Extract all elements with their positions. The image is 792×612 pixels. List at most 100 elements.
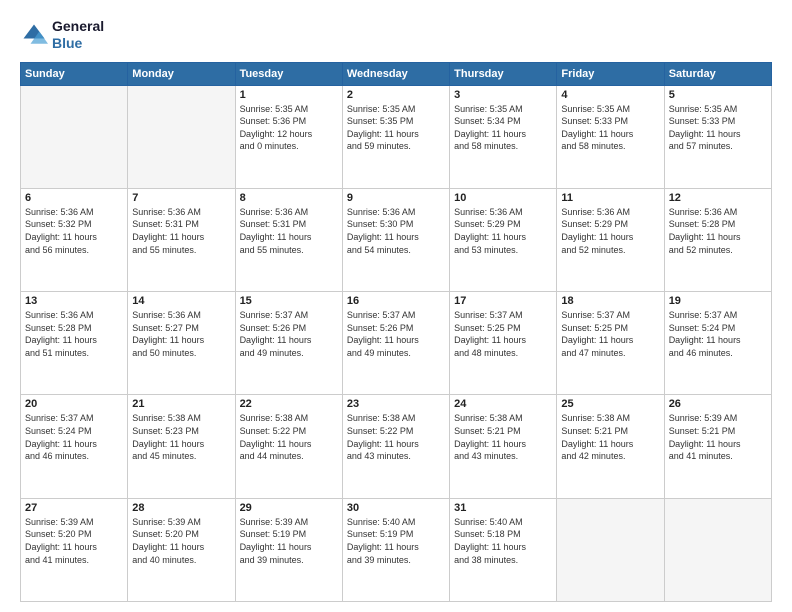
cell-info: Sunrise: 5:37 AMSunset: 5:25 PMDaylight:… xyxy=(454,309,552,359)
calendar-cell: 27Sunrise: 5:39 AMSunset: 5:20 PMDayligh… xyxy=(21,498,128,601)
calendar-cell: 3 Sunrise: 5:35 AMSunset: 5:34 PMDaylight… xyxy=(450,85,557,188)
calendar-cell xyxy=(21,85,128,188)
cell-info: Sunrise: 5:38 AMSunset: 5:21 PMDaylight:… xyxy=(561,412,659,462)
calendar-cell: 5Sunrise: 5:35 AMSunset: 5:33 PMDaylight… xyxy=(664,85,771,188)
calendar-cell: 18Sunrise: 5:37 AMSunset: 5:25 PMDayligh… xyxy=(557,292,664,395)
cell-info: Sunrise: 5:37 AMSunset: 5:26 PMDaylight:… xyxy=(347,309,445,359)
calendar-cell: 1Sunrise: 5:35 AMSunset: 5:36 PMDaylight… xyxy=(235,85,342,188)
cell-info: Sunrise: 5:40 AMSunset: 5:19 PMDaylight:… xyxy=(347,516,445,566)
day-number: 11 xyxy=(561,192,659,204)
week-row-0: 1Sunrise: 5:35 AMSunset: 5:36 PMDaylight… xyxy=(21,85,772,188)
calendar-cell: 6 Sunrise: 5:36 AMSunset: 5:32 PMDaylight… xyxy=(21,188,128,291)
cell-info: Sunrise: 5:35 AMSunset: 5:35 PMDaylight:… xyxy=(347,103,445,153)
weekday-header-friday: Friday xyxy=(557,62,664,85)
day-number: 15 xyxy=(240,295,338,307)
calendar-cell: 30 Sunrise: 5:40 AMSunset: 5:19 PMDayligh… xyxy=(342,498,449,601)
page: General Blue SundayMondayTuesdayWednesda… xyxy=(0,0,792,612)
day-number: 31 xyxy=(454,502,552,514)
calendar-cell: 29 Sunrise: 5:39 AMSunset: 5:19 PMDayligh… xyxy=(235,498,342,601)
header: General Blue xyxy=(20,18,772,52)
day-number: 17 xyxy=(454,295,552,307)
cell-info: Sunrise: 5:36 AMSunset: 5:27 PMDaylight:… xyxy=(132,309,230,359)
day-number: 25 xyxy=(561,398,659,410)
calendar-cell: 12Sunrise: 5:36 AMSunset: 5:28 PMDayligh… xyxy=(664,188,771,291)
cell-info: Sunrise: 5:35 AMSunset: 5:33 PMDaylight:… xyxy=(561,103,659,153)
calendar-cell: 15 Sunrise: 5:37 AMSunset: 5:26 PMDayligh… xyxy=(235,292,342,395)
weekday-header-saturday: Saturday xyxy=(664,62,771,85)
day-number: 21 xyxy=(132,398,230,410)
calendar-cell xyxy=(557,498,664,601)
logo-text: General Blue xyxy=(52,18,104,52)
calendar-table: SundayMondayTuesdayWednesdayThursdayFrid… xyxy=(20,62,772,602)
day-number: 6 xyxy=(25,192,123,204)
day-number: 18 xyxy=(561,295,659,307)
cell-info: Sunrise: 5:36 AMSunset: 5:30 PMDaylight:… xyxy=(347,206,445,256)
calendar-cell xyxy=(128,85,235,188)
week-row-1: 6 Sunrise: 5:36 AMSunset: 5:32 PMDaylight… xyxy=(21,188,772,291)
day-number: 13 xyxy=(25,295,123,307)
calendar-cell: 25 Sunrise: 5:38 AMSunset: 5:21 PMDayligh… xyxy=(557,395,664,498)
cell-info: Sunrise: 5:39 AMSunset: 5:20 PMDaylight:… xyxy=(132,516,230,566)
cell-info: Sunrise: 5:40 AMSunset: 5:18 PMDaylight:… xyxy=(454,516,552,566)
cell-info: Sunrise: 5:39 AMSunset: 5:21 PMDaylight:… xyxy=(669,412,767,462)
day-number: 27 xyxy=(25,502,123,514)
cell-info: Sunrise: 5:37 AMSunset: 5:26 PMDaylight:… xyxy=(240,309,338,359)
day-number: 24 xyxy=(454,398,552,410)
day-number: 28 xyxy=(132,502,230,514)
day-number: 7 xyxy=(132,192,230,204)
cell-info: Sunrise: 5:37 AMSunset: 5:24 PMDaylight:… xyxy=(25,412,123,462)
weekday-header-tuesday: Tuesday xyxy=(235,62,342,85)
day-number: 4 xyxy=(561,89,659,101)
cell-info: Sunrise: 5:37 AMSunset: 5:24 PMDaylight:… xyxy=(669,309,767,359)
calendar-cell: 8 Sunrise: 5:36 AMSunset: 5:31 PMDaylight… xyxy=(235,188,342,291)
cell-info: Sunrise: 5:38 AMSunset: 5:22 PMDaylight:… xyxy=(347,412,445,462)
calendar-cell: 11 Sunrise: 5:36 AMSunset: 5:29 PMDayligh… xyxy=(557,188,664,291)
calendar-cell: 20Sunrise: 5:37 AMSunset: 5:24 PMDayligh… xyxy=(21,395,128,498)
calendar-cell: 2Sunrise: 5:35 AMSunset: 5:35 PMDaylight… xyxy=(342,85,449,188)
day-number: 3 xyxy=(454,89,552,101)
logo-icon xyxy=(20,21,48,49)
day-number: 19 xyxy=(669,295,767,307)
day-number: 14 xyxy=(132,295,230,307)
calendar-cell: 28 Sunrise: 5:39 AMSunset: 5:20 PMDayligh… xyxy=(128,498,235,601)
day-number: 10 xyxy=(454,192,552,204)
calendar-cell: 10 Sunrise: 5:36 AMSunset: 5:29 PMDayligh… xyxy=(450,188,557,291)
calendar-cell: 17 Sunrise: 5:37 AMSunset: 5:25 PMDayligh… xyxy=(450,292,557,395)
calendar-cell: 13 Sunrise: 5:36 AMSunset: 5:28 PMDayligh… xyxy=(21,292,128,395)
day-number: 16 xyxy=(347,295,445,307)
cell-info: Sunrise: 5:36 AMSunset: 5:31 PMDaylight:… xyxy=(132,206,230,256)
cell-info: Sunrise: 5:36 AMSunset: 5:28 PMDaylight:… xyxy=(25,309,123,359)
day-number: 8 xyxy=(240,192,338,204)
cell-info: Sunrise: 5:35 AMSunset: 5:36 PMDaylight:… xyxy=(240,103,338,153)
day-number: 29 xyxy=(240,502,338,514)
calendar-cell xyxy=(664,498,771,601)
calendar-cell: 4 Sunrise: 5:35 AMSunset: 5:33 PMDaylight… xyxy=(557,85,664,188)
day-number: 26 xyxy=(669,398,767,410)
calendar-cell: 23Sunrise: 5:38 AMSunset: 5:22 PMDayligh… xyxy=(342,395,449,498)
calendar-cell: 22Sunrise: 5:38 AMSunset: 5:22 PMDayligh… xyxy=(235,395,342,498)
weekday-header-sunday: Sunday xyxy=(21,62,128,85)
weekday-header-row: SundayMondayTuesdayWednesdayThursdayFrid… xyxy=(21,62,772,85)
calendar-cell: 26 Sunrise: 5:39 AMSunset: 5:21 PMDayligh… xyxy=(664,395,771,498)
weekday-header-monday: Monday xyxy=(128,62,235,85)
week-row-3: 20Sunrise: 5:37 AMSunset: 5:24 PMDayligh… xyxy=(21,395,772,498)
cell-info: Sunrise: 5:36 AMSunset: 5:29 PMDaylight:… xyxy=(454,206,552,256)
cell-info: Sunrise: 5:35 AMSunset: 5:33 PMDaylight:… xyxy=(669,103,767,153)
cell-info: Sunrise: 5:35 AMSunset: 5:34 PMDaylight:… xyxy=(454,103,552,153)
calendar-cell: 9 Sunrise: 5:36 AMSunset: 5:30 PMDaylight… xyxy=(342,188,449,291)
weekday-header-wednesday: Wednesday xyxy=(342,62,449,85)
calendar-cell: 24Sunrise: 5:38 AMSunset: 5:21 PMDayligh… xyxy=(450,395,557,498)
cell-info: Sunrise: 5:38 AMSunset: 5:22 PMDaylight:… xyxy=(240,412,338,462)
day-number: 9 xyxy=(347,192,445,204)
cell-info: Sunrise: 5:36 AMSunset: 5:31 PMDaylight:… xyxy=(240,206,338,256)
calendar-cell: 31 Sunrise: 5:40 AMSunset: 5:18 PMDayligh… xyxy=(450,498,557,601)
cell-info: Sunrise: 5:36 AMSunset: 5:29 PMDaylight:… xyxy=(561,206,659,256)
cell-info: Sunrise: 5:36 AMSunset: 5:28 PMDaylight:… xyxy=(669,206,767,256)
calendar-cell: 19 Sunrise: 5:37 AMSunset: 5:24 PMDayligh… xyxy=(664,292,771,395)
week-row-2: 13 Sunrise: 5:36 AMSunset: 5:28 PMDayligh… xyxy=(21,292,772,395)
calendar-cell: 7 Sunrise: 5:36 AMSunset: 5:31 PMDaylight… xyxy=(128,188,235,291)
calendar-cell: 14 Sunrise: 5:36 AMSunset: 5:27 PMDayligh… xyxy=(128,292,235,395)
cell-info: Sunrise: 5:39 AMSunset: 5:19 PMDaylight:… xyxy=(240,516,338,566)
day-number: 30 xyxy=(347,502,445,514)
cell-info: Sunrise: 5:36 AMSunset: 5:32 PMDaylight:… xyxy=(25,206,123,256)
